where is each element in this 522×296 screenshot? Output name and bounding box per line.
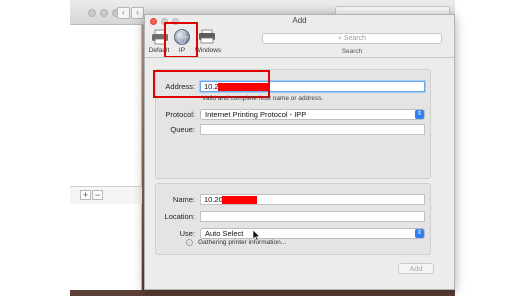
protocol-value: Internet Printing Protocol - IPP (205, 110, 307, 119)
search-caption: Search (341, 48, 363, 55)
add-printer-button[interactable]: + (80, 190, 91, 200)
status-text: Gathering printer information... (198, 239, 287, 246)
protocol-select[interactable]: Internet Printing Protocol - IPP ⇕ (200, 109, 425, 120)
ip-tab-highlight (164, 22, 198, 58)
use-select[interactable]: Auto Select ⇕ (200, 228, 425, 239)
name-label: Name: (172, 195, 195, 204)
address-hint: Valid and complete host name or address. (202, 95, 324, 102)
add-button[interactable]: Add (398, 263, 434, 274)
location-field[interactable] (200, 211, 425, 222)
tab-windows[interactable]: Windows (194, 47, 222, 54)
spinner-icon (186, 239, 193, 246)
forward-button[interactable]: › (131, 7, 144, 19)
close-button[interactable] (150, 18, 157, 25)
use-value: Auto Select (205, 229, 244, 238)
chevron-updown-icon: ⇕ (415, 110, 424, 119)
search-input[interactable]: ⌕ Search (262, 33, 442, 44)
remove-printer-button[interactable]: − (92, 190, 103, 200)
bg-close-button[interactable] (88, 9, 96, 17)
use-label: Use: (179, 229, 195, 238)
protocol-label: Protocol: (165, 110, 195, 119)
toolbar-divider (145, 57, 454, 58)
chevron-updown-icon: ⇕ (415, 229, 424, 238)
name-value: 10.20 (204, 195, 223, 204)
name-field[interactable]: 10.20 (200, 194, 425, 205)
address-highlight (153, 70, 270, 98)
printer-list[interactable] (70, 25, 142, 290)
windows-printer-icon[interactable] (197, 29, 217, 44)
back-button[interactable]: ‹ (117, 7, 130, 19)
location-label: Location: (164, 212, 195, 221)
queue-field[interactable] (200, 124, 425, 135)
bg-minimize-button[interactable] (100, 9, 108, 17)
queue-label: Queue: (170, 125, 195, 134)
mouse-cursor-icon (252, 229, 261, 241)
redaction (222, 196, 257, 204)
search-placeholder: Search (343, 35, 367, 42)
